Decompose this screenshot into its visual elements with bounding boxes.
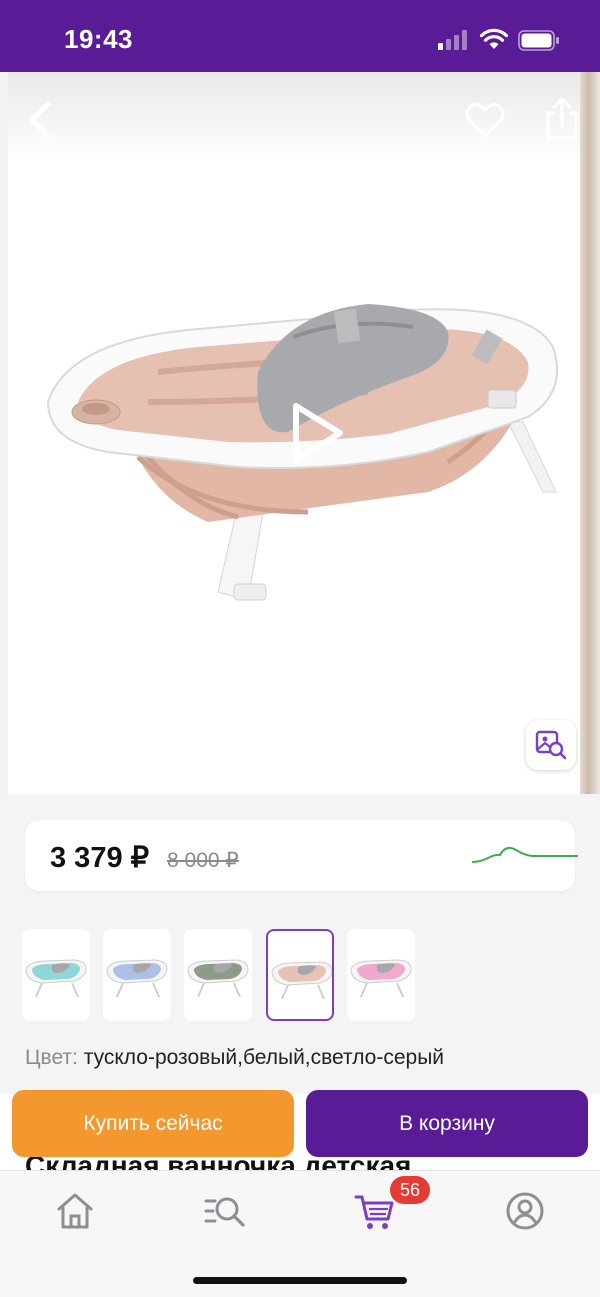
image-search-button[interactable] (526, 720, 576, 770)
status-bar: 19:43 (0, 0, 600, 72)
home-indicator (193, 1277, 407, 1284)
product-photo[interactable] (8, 72, 580, 794)
price-trend-icon[interactable] (470, 840, 580, 870)
heart-icon[interactable] (464, 100, 506, 140)
add-to-cart-button[interactable]: В корзину (306, 1090, 588, 1157)
color-info: Цвет: тускло-розовый,белый,светло-серый (25, 1046, 444, 1070)
color-swatch-pink[interactable] (266, 929, 334, 1021)
home-icon[interactable] (53, 1189, 97, 1233)
battery-icon (518, 30, 559, 51)
cellular-signal-icon (438, 30, 470, 50)
old-price: 8 000 ₽ (167, 849, 239, 872)
image-search-icon (535, 730, 567, 760)
current-price: 3 379 ₽ (50, 842, 150, 874)
profile-icon[interactable] (503, 1189, 547, 1233)
color-label: Цвет: (25, 1046, 78, 1069)
catalog-search-icon[interactable] (203, 1189, 247, 1233)
swatch-tub-image (350, 959, 412, 998)
next-photo-peek[interactable] (580, 72, 600, 794)
color-swatch-blue[interactable] (103, 929, 171, 1021)
color-swatch-teal[interactable] (22, 929, 90, 1021)
swatch-tub-image (106, 959, 168, 998)
product-gallery[interactable] (0, 72, 600, 794)
cart-badge: 56 (390, 1176, 430, 1204)
color-value: тускло-розовый,белый,светло-серый (83, 1046, 445, 1069)
color-swatch-rose[interactable] (347, 929, 415, 1021)
swatch-tub-image (187, 959, 249, 998)
back-icon[interactable] (22, 100, 58, 140)
share-icon[interactable] (542, 96, 582, 142)
buy-now-button[interactable]: Купить сейчас (12, 1090, 294, 1157)
wifi-icon (480, 28, 508, 49)
status-time: 19:43 (64, 24, 133, 54)
color-swatch-green[interactable] (184, 929, 252, 1021)
play-icon[interactable] (286, 400, 346, 466)
price-card[interactable]: 3 379 ₽ 8 000 ₽ (25, 820, 578, 891)
swatch-tub-image (271, 961, 332, 1000)
swatch-tub-image (25, 959, 87, 998)
